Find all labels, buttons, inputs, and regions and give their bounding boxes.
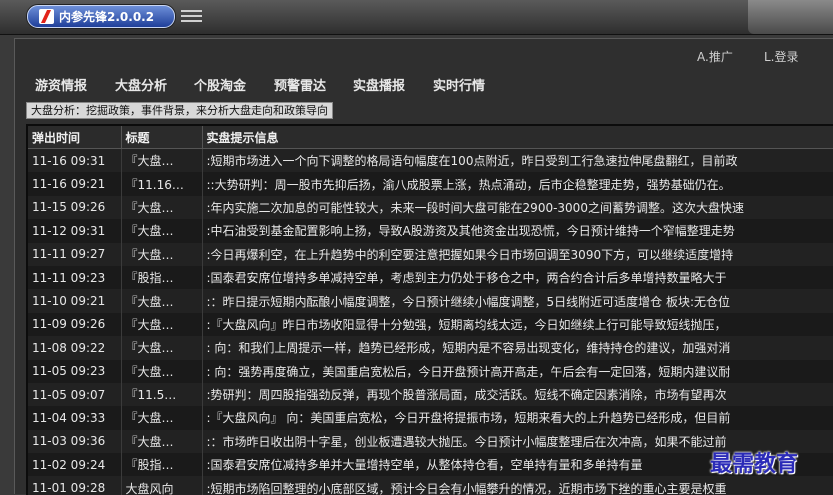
table-row[interactable]: 11-10 09:21 『大盘…:：昨日提示短期内酝酿小幅度调整，今日预计继续小幅… [28, 289, 833, 313]
table-row[interactable]: 11-05 09:23 『大盘…: 向：强势再度确立，美国重启宽松后，今日开盘预计… [28, 359, 833, 383]
cell-time: 11-03 09:36 [28, 429, 122, 454]
cell-time: 11-02 09:24 [28, 453, 122, 477]
cell-title: 『大盘… [121, 289, 203, 313]
cell-message: :国泰君安席位增持多单减持空单，考虑到主力仍处于移仓之中，两合约合计后多单增持数… [202, 265, 833, 290]
cell-time: 11-05 09:07 [28, 382, 122, 407]
cell-message: :年内实施二次加息的可能性较大，未来一段时间大盘可能在2900-3000之间蓄势… [202, 195, 833, 220]
cell-time: 11-08 09:22 [28, 336, 122, 360]
cell-title: 『大盘… [121, 312, 203, 337]
login-link[interactable]: L.登录 [764, 48, 799, 65]
cell-title: 『大盘… [121, 429, 203, 454]
table-row[interactable]: 11-08 09:22 『大盘…: 向：和我们上周提示一样，趋势已经形成，短期内是… [28, 336, 833, 360]
table-row[interactable]: 11-12 09:31 『大盘…:中石油受到基金配置影响上扬，导致A股游资及其他资… [28, 219, 833, 243]
app-logo-icon [39, 9, 54, 24]
messages-table-container: 弹出时间 标题 实盘提示信息 11-16 09:31 『大盘…:短期市场进入一个向… [26, 124, 833, 495]
table-row[interactable]: 11-15 09:26 『大盘…:年内实施二次加息的可能性较大，未来一段时间大盘可… [28, 195, 833, 220]
cell-time: 11-04 09:33 [28, 406, 122, 430]
column-header-message[interactable]: 实盘提示信息 [202, 126, 833, 149]
tab-hot-money-intel[interactable]: 游资情报 [35, 75, 87, 94]
cell-time: 11-15 09:26 [28, 195, 122, 220]
cell-title: 『大盘… [121, 219, 203, 243]
cell-message: :短期市场进入一个向下调整的格局语句幅度在100点附近，昨日受到工行急速拉伸尾盘… [202, 148, 833, 173]
cell-time: 11-01 09:28 [28, 476, 122, 495]
cell-title: 『股指… [121, 265, 203, 290]
cell-title: 『股指… [121, 453, 203, 477]
cell-title: 大盘风向 [121, 476, 203, 495]
cell-title: 『大盘… [121, 242, 203, 266]
cell-message: : 向：强势再度确立，美国重启宽松后，今日开盘预计高开高走，午后会有一定回落，短… [202, 359, 833, 383]
cell-message: :『大盘风向』 向：美国重启宽松，今日开盘将提振市场，短期来看大的上升趋势已经形… [202, 406, 833, 430]
cell-time: 11-11 09:27 [28, 242, 122, 266]
cell-message: ::大势研判：周一股市先抑后扬，渝八成股票上涨，热点涌动，后市企稳整理走势，强势… [202, 172, 833, 196]
breadcrumb: 大盘分析：挖掘政策，事件背景，来分析大盘走向和政策导向 [26, 102, 333, 119]
table-row[interactable]: 11-11 09:27 『大盘…:今日再爆利空，在上升趋势中的利空要注意把握如果今… [28, 242, 833, 266]
promote-link[interactable]: A.推广 [697, 48, 733, 65]
cell-message: :短期市场陷回整理的小底部区域，预计今日会有小幅攀升的情况，近期市场下挫的重心主… [202, 476, 833, 495]
cell-title: 『大盘… [121, 148, 203, 173]
cell-time: 11-12 09:31 [28, 219, 122, 243]
table-row[interactable]: 11-16 09:21 『11.16…::大势研判：周一股市先抑后扬，渝八成股票上… [28, 172, 833, 196]
window-controls-area [748, 0, 833, 34]
cell-time: 11-16 09:21 [28, 172, 122, 196]
hamburger-menu-icon[interactable] [181, 10, 202, 24]
table-row[interactable]: 11-04 09:33 『大盘…:『大盘风向』 向：美国重启宽松，今日开盘将提振市… [28, 406, 833, 430]
cell-title: 『11.5… [121, 382, 203, 407]
cell-message: :势研判：周四股指强劲反弹，再现个股普涨局面，成交活跃。短线不确定因素消除，市场… [202, 382, 833, 407]
app-title: 内参先锋2.0.0.2 [59, 10, 155, 24]
tab-stock-picking[interactable]: 个股淘金 [194, 75, 246, 94]
cell-time: 11-10 09:21 [28, 289, 122, 313]
app-title-badge: 内参先锋2.0.0.2 [27, 5, 175, 28]
cell-title: 『大盘… [121, 336, 203, 360]
cell-time: 11-05 09:23 [28, 359, 122, 383]
table-row[interactable]: 11-09 09:26 『大盘…:『大盘风向』昨日市场收阳显得十分勉强，短期离均线… [28, 312, 833, 337]
column-header-title[interactable]: 标题 [121, 126, 203, 149]
column-header-time[interactable]: 弹出时间 [28, 126, 122, 149]
table-row[interactable]: 11-16 09:31 『大盘…:短期市场进入一个向下调整的格局语句幅度在100点… [28, 148, 833, 173]
cell-message: : 向：和我们上周提示一样，趋势已经形成，短期内是不容易出现变化，维持持仓的建议… [202, 336, 833, 360]
table-row[interactable]: 11-11 09:23 『股指…:国泰君安席位增持多单减持空单，考虑到主力仍处于移… [28, 265, 833, 290]
cell-title: 『大盘… [121, 195, 203, 220]
watermark-logo: 最需教育 [710, 451, 799, 477]
tab-realtime-quotes[interactable]: 实时行情 [433, 75, 485, 94]
cell-message: :『大盘风向』昨日市场收阳显得十分勉强，短期离均线太远，今日如继续上行可能导致短… [202, 312, 833, 337]
cell-message: :：昨日提示短期内酝酿小幅度调整，今日预计继续小幅度调整，5日线附近可适度增仓 … [202, 289, 833, 313]
cell-title: 『11.16… [121, 172, 203, 196]
tab-live-broadcast[interactable]: 实盘播报 [353, 75, 405, 94]
tab-alert-radar[interactable]: 预警雷达 [274, 75, 326, 94]
table-row[interactable]: 11-01 09:28 大盘风向:短期市场陷回整理的小底部区域，预计今日会有小幅攀… [28, 476, 833, 495]
table-header-row: 弹出时间 标题 实盘提示信息 [28, 126, 833, 149]
cell-message: :今日再爆利空，在上升趋势中的利空要注意把握如果今日市场回调至3090下方，可以… [202, 242, 833, 266]
cell-title: 『大盘… [121, 406, 203, 430]
cell-time: 11-09 09:26 [28, 312, 122, 337]
cell-time: 11-16 09:31 [28, 148, 122, 173]
title-bar: 内参先锋2.0.0.2 [0, 0, 833, 35]
table-row[interactable]: 11-05 09:07 『11.5…:势研判：周四股指强劲反弹，再现个股普涨局面，… [28, 382, 833, 407]
cell-title: 『大盘… [121, 359, 203, 383]
cell-message: :中石油受到基金配置影响上扬，导致A股游资及其他资金出现恐慌，今日预计维持一个窄… [202, 219, 833, 243]
tab-market-analysis[interactable]: 大盘分析 [115, 75, 167, 94]
cell-time: 11-11 09:23 [28, 265, 122, 290]
messages-table: 弹出时间 标题 实盘提示信息 11-16 09:31 『大盘…:短期市场进入一个向… [28, 126, 833, 495]
